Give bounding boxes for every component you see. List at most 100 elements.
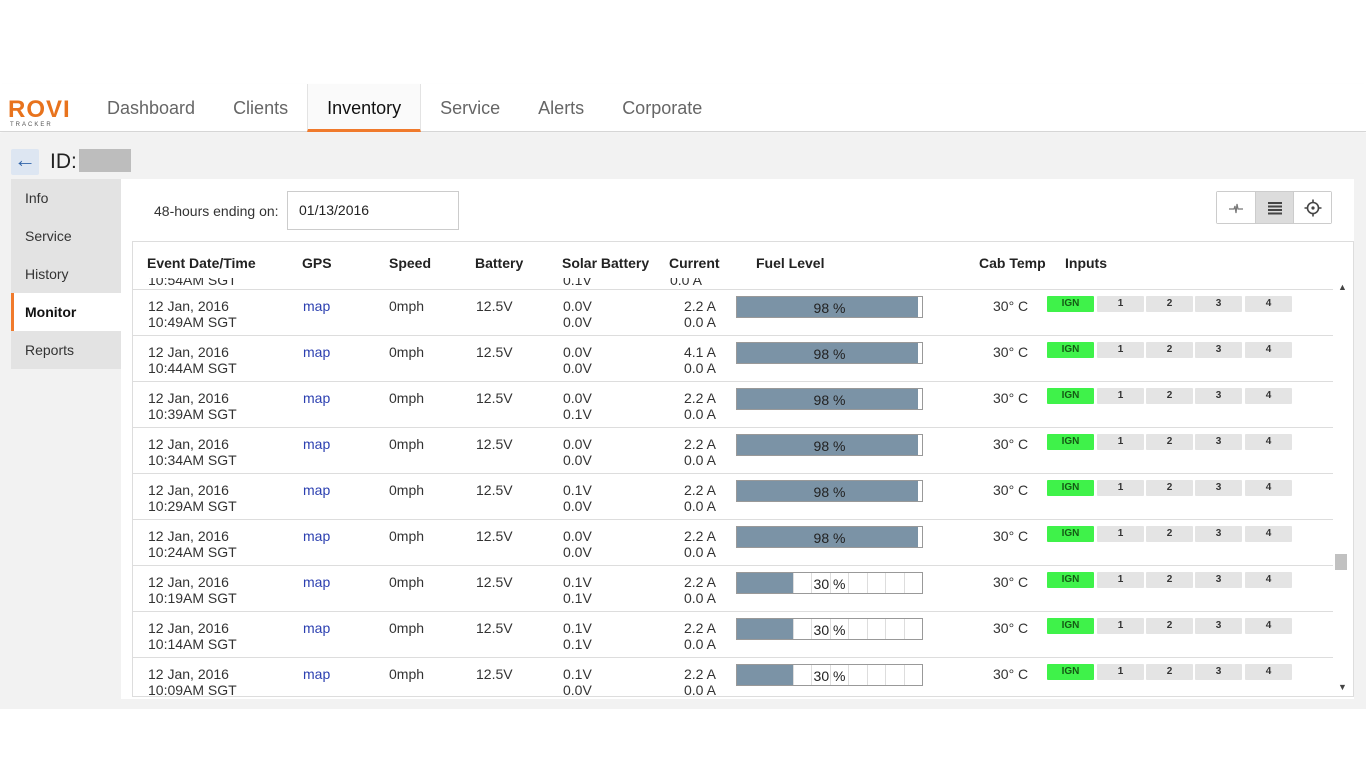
speed-value: 0mph: [389, 620, 425, 636]
input-1-indicator: 1: [1097, 526, 1144, 542]
solar-battery-value-2: 0.1V: [563, 590, 592, 606]
gps-map-link[interactable]: map: [303, 528, 330, 544]
cab-temp-value: 30° C: [993, 482, 1029, 498]
solar-battery-value: 0.0V: [563, 528, 592, 544]
table-row: 12 Jan, 2016 10:29AM SGT map 0mph 12.5V 0.1V 0…: [133, 474, 1333, 520]
battery-value: 12.5V: [476, 436, 513, 452]
logo-text: ROVI: [8, 96, 71, 123]
input-4-indicator: 4: [1245, 572, 1292, 588]
gps-map-link[interactable]: map: [303, 574, 330, 590]
nav-tab-clients[interactable]: Clients: [214, 84, 307, 132]
battery-value: 12.5V: [476, 574, 513, 590]
scroll-down-arrow-icon[interactable]: ▼: [1338, 682, 1347, 692]
input-3-indicator: 3: [1195, 526, 1242, 542]
side-item-service[interactable]: Service: [11, 217, 121, 255]
table-header: Event Date/Time GPS Speed Battery Solar …: [133, 242, 1333, 280]
battery-value: 12.5V: [476, 528, 513, 544]
side-item-info[interactable]: Info: [11, 179, 121, 217]
table-scrollbar[interactable]: ▲ ▼: [1333, 278, 1353, 696]
solar-battery-value-2: 0.0V: [563, 682, 592, 696]
pulse-chart-icon: [1229, 203, 1243, 213]
input-1-indicator: 1: [1097, 434, 1144, 450]
solar-battery-value: 0.0V: [563, 298, 592, 314]
nav-tab-inventory[interactable]: Inventory: [307, 84, 422, 132]
column-header-event-date[interactable]: Event Date/Time: [147, 255, 256, 271]
nav-tab-service[interactable]: Service: [421, 84, 519, 132]
side-item-monitor[interactable]: Monitor: [11, 293, 121, 331]
gps-map-link[interactable]: map: [303, 390, 330, 406]
nav-tab-corporate[interactable]: Corporate: [603, 84, 721, 132]
current-value-2: 0.0 A: [684, 544, 716, 560]
current-value: 0.0 A: [670, 278, 702, 288]
column-header-speed[interactable]: Speed: [389, 255, 431, 271]
column-header-cab-temp[interactable]: Cab Temp: [979, 255, 1046, 271]
gps-map-link[interactable]: map: [303, 344, 330, 360]
input-ign-indicator: IGN: [1047, 572, 1094, 588]
map-view-button[interactable]: [1293, 192, 1331, 223]
side-item-reports[interactable]: Reports: [11, 331, 121, 369]
current-value: 2.2 A: [684, 528, 716, 544]
speed-value: 0mph: [389, 298, 425, 314]
event-time: 10:29AM SGT: [148, 498, 237, 514]
rovi-tracker-logo[interactable]: ROVI TRACKER: [6, 88, 74, 130]
input-3-indicator: 3: [1195, 296, 1242, 312]
gps-map-link[interactable]: map: [303, 666, 330, 682]
solar-battery-value: 0.0V: [563, 390, 592, 406]
solar-battery-value: 0.1V: [563, 574, 592, 590]
scroll-thumb[interactable]: [1335, 554, 1347, 570]
event-date: 12 Jan, 2016: [148, 620, 229, 636]
solar-battery-value: 0.0V: [563, 436, 592, 452]
chart-view-button[interactable]: [1217, 192, 1255, 223]
input-2-indicator: 2: [1146, 434, 1193, 450]
solar-battery-value-2: 0.0V: [563, 544, 592, 560]
current-value: 2.2 A: [684, 666, 716, 682]
column-header-gps[interactable]: GPS: [302, 255, 332, 271]
gps-map-link[interactable]: map: [303, 298, 330, 314]
current-value: 2.2 A: [684, 298, 716, 314]
current-value-2: 0.0 A: [684, 360, 716, 376]
current-value-2: 0.0 A: [684, 406, 716, 422]
current-value: 2.2 A: [684, 482, 716, 498]
fuel-level-bar: 30 %: [736, 618, 923, 640]
logo-subtext: TRACKER: [10, 122, 53, 128]
solar-battery-value: 0.1V: [563, 666, 592, 682]
gps-map-link[interactable]: map: [303, 482, 330, 498]
column-header-current[interactable]: Current: [669, 255, 720, 271]
column-header-solar-battery[interactable]: Solar Battery: [562, 255, 649, 271]
current-value: 4.1 A: [684, 344, 716, 360]
fuel-level-bar: 98 %: [736, 296, 923, 318]
column-header-inputs[interactable]: Inputs: [1065, 255, 1107, 271]
battery-value: 12.5V: [476, 666, 513, 682]
device-id-value-redacted: [79, 149, 131, 172]
current-value: 2.2 A: [684, 390, 716, 406]
list-view-button[interactable]: [1255, 192, 1293, 223]
input-ign-indicator: IGN: [1047, 342, 1094, 358]
nav-tab-dashboard[interactable]: Dashboard: [88, 84, 214, 132]
column-header-fuel-level[interactable]: Fuel Level: [756, 255, 824, 271]
speed-value: 0mph: [389, 666, 425, 682]
back-arrow-icon[interactable]: ←: [11, 149, 39, 175]
current-value-2: 0.0 A: [684, 314, 716, 330]
input-2-indicator: 2: [1146, 618, 1193, 634]
top-navbar: ROVI TRACKER Dashboard Clients Inventory…: [0, 84, 1366, 132]
gps-map-link[interactable]: map: [303, 436, 330, 452]
input-1-indicator: 1: [1097, 388, 1144, 404]
current-value-2: 0.0 A: [684, 590, 716, 606]
event-date: 12 Jan, 2016: [148, 528, 229, 544]
fuel-level-bar: 98 %: [736, 342, 923, 364]
gps-map-link[interactable]: map: [303, 620, 330, 636]
input-4-indicator: 4: [1245, 664, 1292, 680]
input-1-indicator: 1: [1097, 342, 1144, 358]
solar-battery-value: 0.1V: [563, 620, 592, 636]
side-item-history[interactable]: History: [11, 255, 121, 293]
current-value-2: 0.0 A: [684, 682, 716, 696]
scroll-up-arrow-icon[interactable]: ▲: [1338, 282, 1347, 292]
speed-value: 0mph: [389, 390, 425, 406]
table-row: 12 Jan, 2016 10:49AM SGT map 0mph 12.5V 0.0V 0…: [133, 290, 1333, 336]
event-date: 12 Jan, 2016: [148, 666, 229, 682]
end-date-input[interactable]: 01/13/2016: [287, 191, 459, 230]
solar-battery-value: 0.1V: [563, 482, 592, 498]
nav-tab-alerts[interactable]: Alerts: [519, 84, 603, 132]
input-3-indicator: 3: [1195, 388, 1242, 404]
column-header-battery[interactable]: Battery: [475, 255, 523, 271]
